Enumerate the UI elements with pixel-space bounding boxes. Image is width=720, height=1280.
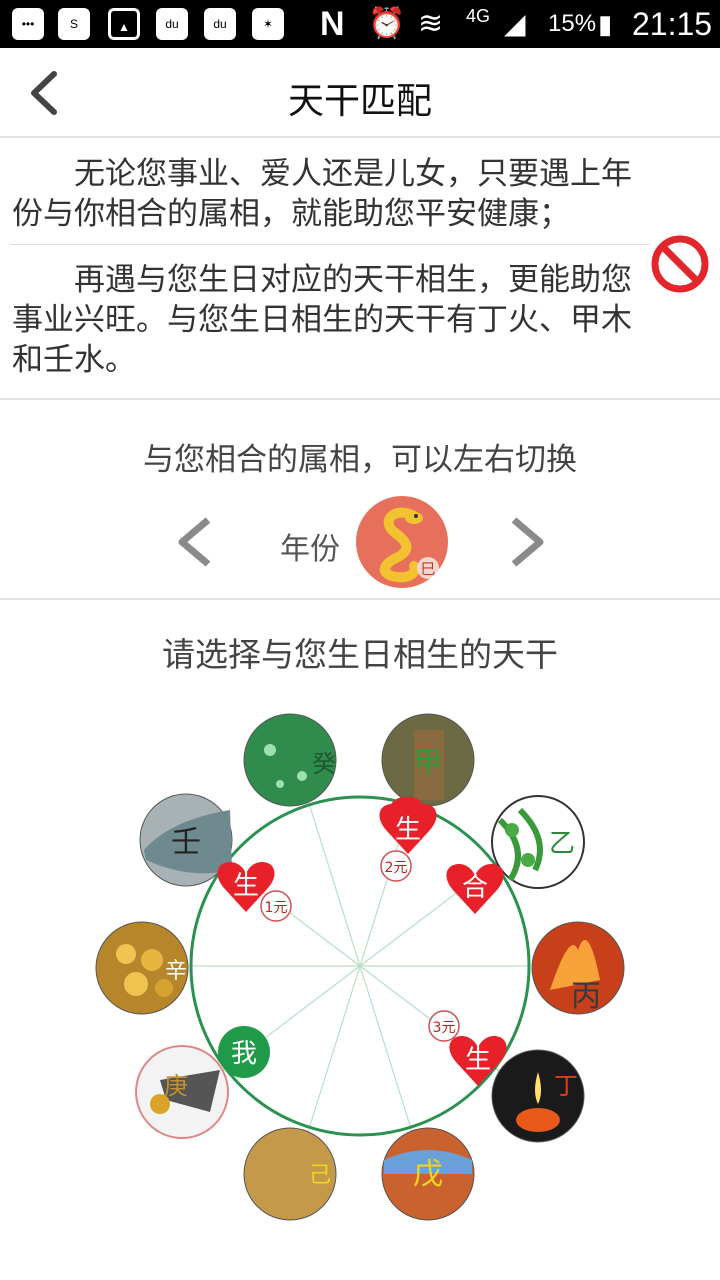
me-label: 我 — [231, 1039, 257, 1069]
price-left: 1元 — [265, 900, 288, 916]
price-top: 2元 — [385, 860, 408, 876]
baidu-icon-2: du — [204, 8, 236, 40]
divider — [10, 244, 650, 245]
bag-icon: S — [58, 8, 90, 40]
heart-left-label: 生 — [233, 871, 259, 901]
intro-paragraph-1: 无论您事业、爱人还是儿女，只要遇上年份与你相合的属相，就能助您平安健康； — [12, 156, 632, 232]
price-tag-bottom: 3元 — [428, 1010, 460, 1042]
price-tag-top: 2元 — [380, 850, 412, 882]
zodiac-switch-section: 与您相合的属相，可以左右切换 年份 巳 — [0, 402, 720, 600]
prev-zodiac-button[interactable] — [172, 514, 216, 570]
walk-icon: ✶ — [252, 8, 284, 40]
baidu-icon: du — [156, 8, 188, 40]
heart-right-label: 合 — [462, 873, 488, 903]
signal-icon: ◢ — [504, 8, 526, 39]
network-type: 4G — [466, 6, 491, 26]
chat-icon: ••• — [12, 8, 44, 40]
stem-yi-label: 乙 — [549, 829, 575, 859]
stem-select-title: 请选择与您生日相生的天干 — [162, 635, 558, 674]
stem-ji-label: 己 — [309, 1163, 331, 1188]
snake-icon: 巳 — [357, 497, 447, 587]
wifi-icon: ≋ — [418, 7, 444, 40]
clock: 21:15 — [632, 6, 713, 42]
battery-percent: 15% — [548, 10, 597, 37]
stem-wu[interactable]: 戊 — [381, 1127, 475, 1221]
stem-bing[interactable]: 丙 — [531, 921, 625, 1015]
header: 天干匹配 — [0, 48, 720, 138]
intro-paragraph-2: 再遇与您生日对应的天干相生，更能助您事业兴旺。与您生日相生的天干有丁火、甲木和壬… — [12, 262, 632, 378]
page-title: 天干匹配 — [287, 81, 432, 122]
image-icon: ▲ — [108, 8, 140, 40]
me-node: 我 — [218, 1026, 270, 1078]
stem-wheel: 癸 甲 乙 丙 丁 戊 己 庚 辛 壬 生 2元 合 生 1元 生 3元 我 — [95, 713, 625, 1221]
stem-xin-label: 辛 — [165, 959, 187, 984]
next-zodiac-button[interactable] — [506, 514, 550, 570]
heart-top-label: 生 — [395, 815, 421, 845]
stem-gui[interactable]: 癸 — [243, 713, 337, 807]
nfc-icon: N — [320, 5, 345, 43]
stem-yi[interactable]: 乙 — [491, 795, 585, 889]
relation-heart-top[interactable]: 生 — [379, 796, 437, 854]
stem-jia-label: 甲 — [414, 746, 442, 779]
price-bottom: 3元 — [433, 1020, 456, 1036]
zodiac-snake-image[interactable]: 巳 — [356, 496, 448, 588]
heart-bottom-label: 生 — [465, 1045, 491, 1075]
zodiac-hint: 与您相合的属相，可以左右切换 — [143, 442, 577, 478]
prohibited-icon[interactable] — [650, 234, 710, 294]
stem-geng-label: 庚 — [164, 1072, 188, 1100]
stem-ren-label: 壬 — [171, 825, 201, 860]
battery-icon: ▮ — [598, 9, 613, 39]
zodiac-branch: 巳 — [420, 560, 435, 578]
stem-xin[interactable]: 辛 — [95, 921, 189, 1015]
intro-section: 无论您事业、爱人还是儿女，只要遇上年份与你相合的属相，就能助您平安健康； 再遇与… — [0, 140, 720, 400]
stem-ding-label: 丁 — [554, 1072, 578, 1100]
stem-jia[interactable]: 甲 — [381, 713, 475, 807]
stem-ji[interactable]: 己 — [243, 1127, 337, 1221]
stem-gui-label: 癸 — [312, 750, 336, 778]
status-bar: ••• S ▲ du du ✶ N ⏰ ≋ 4G ◢ 15% ▮ 21:15 — [0, 0, 720, 48]
stem-geng[interactable]: 庚 — [135, 1045, 229, 1139]
price-tag-left: 1元 — [260, 890, 292, 922]
relation-heart-right[interactable]: 合 — [446, 864, 504, 914]
year-label: 年份 — [280, 532, 340, 567]
alarm-icon: ⏰ — [368, 7, 406, 40]
stem-bing-label: 丙 — [571, 979, 601, 1014]
stem-ding[interactable]: 丁 — [491, 1049, 585, 1143]
stem-wu-label: 戊 — [413, 1157, 443, 1192]
